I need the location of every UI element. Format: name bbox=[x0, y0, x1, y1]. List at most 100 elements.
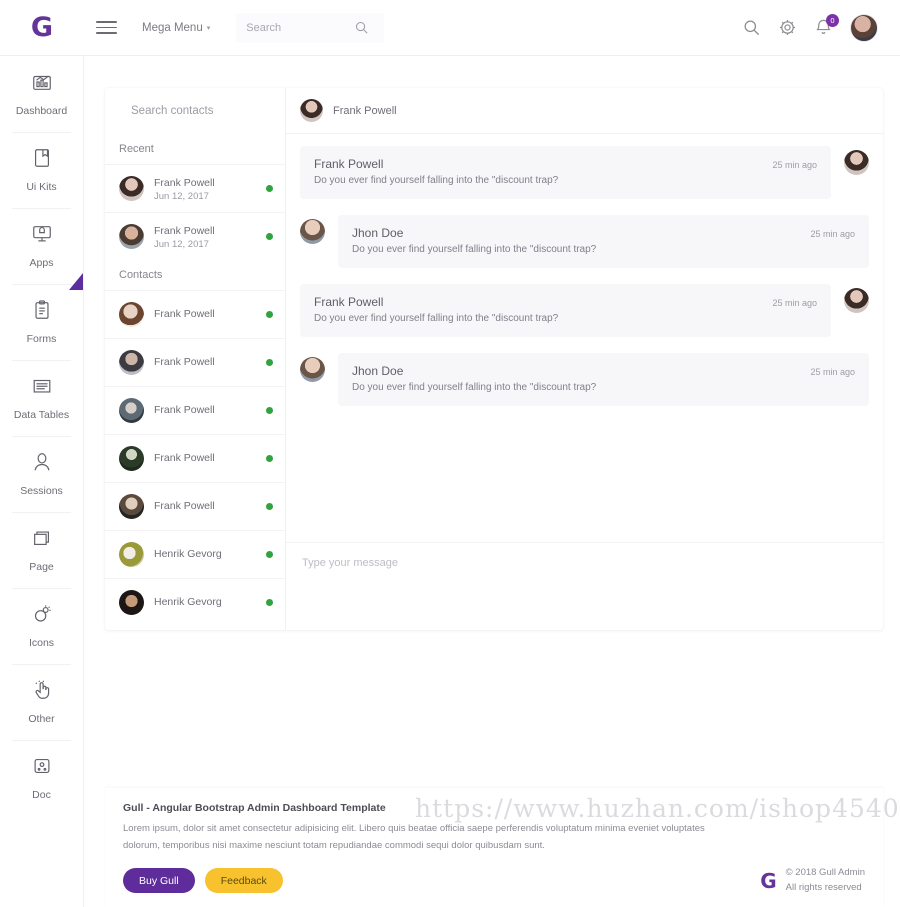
avatar bbox=[844, 288, 869, 313]
avatar bbox=[119, 590, 144, 615]
contact-name: Frank Powell bbox=[154, 356, 215, 369]
list-item[interactable]: Frank Powell bbox=[105, 338, 285, 386]
message-bubble: Frank Powell 25 min ago Do you ever find… bbox=[300, 146, 831, 199]
book-icon bbox=[31, 147, 53, 174]
search-input[interactable] bbox=[244, 20, 355, 35]
message-sender: Frank Powell bbox=[314, 157, 384, 171]
feedback-button[interactable]: Feedback bbox=[204, 868, 283, 893]
search-icon[interactable] bbox=[742, 18, 761, 37]
avatar bbox=[119, 542, 144, 567]
sidebar-item-other[interactable]: Other bbox=[0, 664, 83, 740]
contact-name: Henrik Gevorg bbox=[154, 596, 222, 609]
hand-pointer-icon bbox=[31, 679, 53, 706]
list-item[interactable]: Frank Powell bbox=[105, 482, 285, 530]
list-item[interactable]: Frank Powell bbox=[105, 386, 285, 434]
sidebar-item-doc[interactable]: Doc bbox=[0, 740, 83, 816]
avatar bbox=[119, 350, 144, 375]
contacts-search[interactable] bbox=[105, 88, 285, 134]
avatar bbox=[300, 357, 325, 382]
status-badge bbox=[266, 551, 273, 558]
chat-card: Recent Frank Powell Jun 12, 2017 Frank P… bbox=[105, 88, 883, 630]
contact-name: Frank Powell bbox=[154, 404, 215, 417]
contact-name: Frank Powell bbox=[154, 308, 215, 321]
message-input-area[interactable] bbox=[286, 542, 883, 630]
message-item: Frank Powell 25 min ago Do you ever find… bbox=[300, 146, 869, 199]
list-item[interactable]: Frank Powell bbox=[105, 434, 285, 482]
message-sender: Jhon Doe bbox=[352, 226, 404, 240]
sidebar-item-label: Forms bbox=[26, 333, 57, 345]
contact-name: Henrik Gevorg bbox=[154, 548, 222, 561]
message-sender: Jhon Doe bbox=[352, 364, 404, 378]
status-badge bbox=[266, 455, 273, 462]
list-item[interactable]: Frank Powell Jun 12, 2017 bbox=[105, 212, 285, 260]
brand-logo[interactable]: G bbox=[0, 14, 84, 41]
status-badge bbox=[266, 359, 273, 366]
message-sender: Frank Powell bbox=[314, 295, 384, 309]
contact-info: Frank Powell Jun 12, 2017 bbox=[154, 173, 256, 204]
avatar bbox=[300, 99, 323, 122]
buy-gull-button[interactable]: Buy Gull bbox=[123, 868, 195, 893]
contacts-pane: Recent Frank Powell Jun 12, 2017 Frank P… bbox=[105, 88, 286, 630]
avatar[interactable] bbox=[850, 13, 878, 42]
mega-menu-label: Mega Menu bbox=[142, 21, 203, 34]
copyright-block: G © 2018 Gull Admin All rights reserved bbox=[760, 866, 865, 895]
box-icon bbox=[31, 755, 53, 782]
message-item: Frank Powell 25 min ago Do you ever find… bbox=[300, 284, 869, 337]
list-item[interactable]: Henrik Gevorg bbox=[105, 578, 285, 626]
message-input[interactable] bbox=[300, 555, 869, 611]
top-header: G Mega Menu ▾ Search 0 bbox=[0, 0, 900, 56]
message-time: 25 min ago bbox=[772, 160, 817, 170]
message-text: Do you ever find yourself falling into t… bbox=[352, 244, 597, 255]
hamburger-menu-icon[interactable] bbox=[84, 21, 128, 34]
message-text: Do you ever find yourself falling into t… bbox=[352, 382, 597, 393]
mega-menu-dropdown[interactable]: Mega Menu ▾ bbox=[142, 22, 210, 34]
message-meta: Jhon Doe 25 min ago bbox=[352, 364, 855, 378]
message-item: Jhon Doe 25 min ago Do you ever find you… bbox=[300, 215, 869, 268]
list-item[interactable]: Henrik Gevorg bbox=[105, 530, 285, 578]
sidebar-item-label: Sessions bbox=[20, 485, 63, 497]
sidebar-item-forms[interactable]: Forms bbox=[0, 284, 83, 360]
bell-icon[interactable]: 0 bbox=[814, 14, 839, 37]
search-contacts-input[interactable] bbox=[129, 104, 275, 118]
message-time: 25 min ago bbox=[772, 298, 817, 308]
page-footer: Gull - Angular Bootstrap Admin Dashboard… bbox=[105, 788, 883, 907]
message-bubble: Frank Powell 25 min ago Do you ever find… bbox=[300, 284, 831, 337]
search-icon[interactable] bbox=[354, 20, 369, 35]
sidebar-item-apps[interactable]: Apps bbox=[0, 208, 83, 290]
header-actions: 0 bbox=[742, 13, 900, 42]
message-item: Jhon Doe 25 min ago Do you ever find you… bbox=[300, 353, 869, 406]
contact-info: Frank Powell Jun 12, 2017 bbox=[154, 221, 256, 252]
list-item[interactable]: Frank Powell Jun 12, 2017 bbox=[105, 164, 285, 212]
contact-name: Frank Powell bbox=[154, 177, 215, 190]
status-badge bbox=[266, 185, 273, 192]
sidebar-item-page[interactable]: Page bbox=[0, 512, 83, 588]
sidebar-item-sessions[interactable]: Sessions bbox=[0, 436, 83, 512]
contact-date: Jun 12, 2017 bbox=[154, 191, 209, 203]
app-root: G Mega Menu ▾ Search 0 Dashboard Ui Kits… bbox=[0, 0, 900, 907]
chart-bar-icon bbox=[31, 71, 53, 98]
sidebar-item-icons[interactable]: Icons bbox=[0, 588, 83, 664]
sidebar-item-data-tables[interactable]: Data Tables bbox=[0, 360, 83, 436]
contact-name: Frank Powell bbox=[154, 452, 215, 465]
status-badge bbox=[266, 503, 273, 510]
message-time: 25 min ago bbox=[810, 367, 855, 377]
sidebar-item-ui-kits[interactable]: Ui Kits bbox=[0, 132, 83, 208]
copyright-text: © 2018 Gull Admin All rights reserved bbox=[786, 866, 865, 895]
list-item[interactable]: Frank Powell bbox=[105, 290, 285, 338]
avatar bbox=[119, 176, 144, 201]
message-meta: Frank Powell 25 min ago bbox=[314, 157, 817, 171]
header-search[interactable] bbox=[236, 12, 385, 43]
gear-icon[interactable] bbox=[778, 18, 797, 37]
avatar bbox=[119, 446, 144, 471]
section-header-contacts: Contacts bbox=[119, 269, 163, 281]
status-badge bbox=[266, 599, 273, 606]
contact-date: Jun 12, 2017 bbox=[154, 239, 209, 251]
avatar bbox=[300, 219, 325, 244]
sidebar-item-dashboard[interactable]: Dashboard bbox=[0, 56, 83, 132]
footer-top: Gull - Angular Bootstrap Admin Dashboard… bbox=[105, 788, 883, 860]
brand-logo: G bbox=[760, 868, 777, 893]
chat-header: Frank Powell bbox=[286, 88, 883, 134]
avatar bbox=[844, 150, 869, 175]
sidebar-item-label: Dashboard bbox=[15, 105, 68, 117]
notification-badge: 0 bbox=[826, 14, 839, 27]
